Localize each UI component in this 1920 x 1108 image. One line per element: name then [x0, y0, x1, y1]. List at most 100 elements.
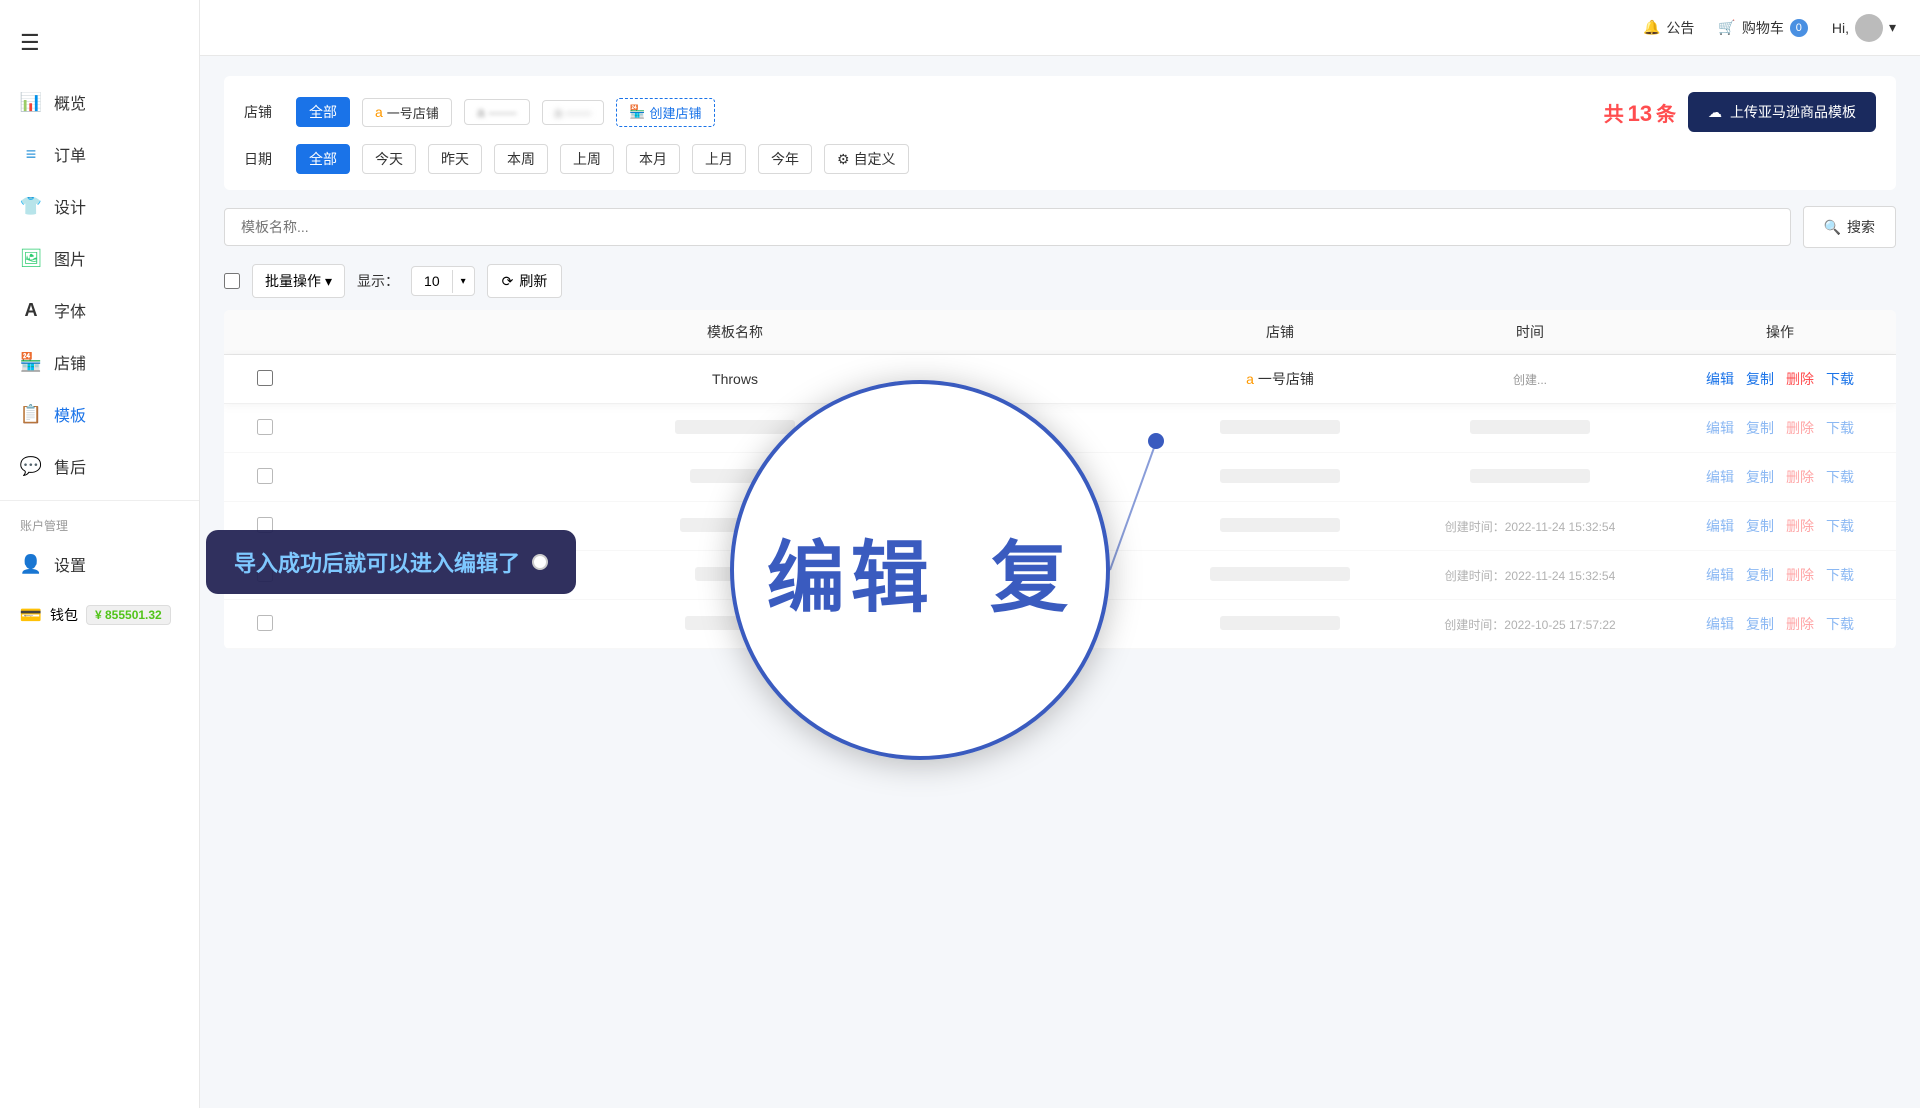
delete-btn[interactable]: 删除	[1786, 516, 1814, 536]
delete-btn[interactable]: 删除	[1786, 369, 1814, 389]
date-all-btn[interactable]: 全部	[296, 144, 350, 174]
delete-btn[interactable]: 删除	[1786, 418, 1814, 438]
header-store-col: 店铺	[1180, 322, 1380, 342]
download-btn[interactable]: 下载	[1826, 516, 1854, 536]
row-actions: 编辑 复制 删除 下载	[1680, 614, 1880, 634]
total-number: 13	[1628, 101, 1652, 126]
sidebar-item-orders[interactable]: ≡ 订单	[0, 128, 199, 180]
edit-btn[interactable]: 编辑	[1706, 614, 1734, 634]
copy-btn[interactable]: 复制	[1746, 614, 1774, 634]
store-all-btn[interactable]: 全部	[296, 97, 350, 127]
date-today-btn[interactable]: 今天	[362, 144, 416, 174]
user-menu[interactable]: Hi, ▾	[1832, 14, 1896, 42]
row-actions: 编辑 复制 删除 下载	[1680, 369, 1880, 389]
store-3-tag[interactable]: a ——	[542, 100, 605, 125]
sidebar-item-label: 字体	[54, 298, 86, 322]
row-name: Throws	[290, 371, 1180, 387]
row-actions: 编辑 复制 删除 下载	[1680, 565, 1880, 585]
sidebar-item-aftersale[interactable]: 💬 售后	[0, 440, 199, 492]
sidebar-item-label: 订单	[54, 142, 86, 166]
date-thismonth-btn[interactable]: 本月	[626, 144, 680, 174]
row-store	[1180, 518, 1380, 535]
sidebar-item-overview[interactable]: 📊 概览	[0, 76, 199, 128]
date-thisweek-btn[interactable]: 本周	[494, 144, 548, 174]
copy-btn[interactable]: 复制	[1746, 565, 1774, 585]
sidebar-item-label: 图片	[54, 246, 86, 270]
download-btn[interactable]: 下载	[1826, 369, 1854, 389]
sidebar-item-images[interactable]: 🖼 图片	[0, 232, 199, 284]
row-time	[1380, 469, 1680, 486]
row-actions: 编辑 复制 删除 下载	[1680, 516, 1880, 536]
sidebar-item-settings[interactable]: 👤 设置	[0, 538, 199, 590]
copy-btn[interactable]: 复制	[1746, 467, 1774, 487]
create-store-btn[interactable]: 🏪 创建店铺	[616, 98, 714, 127]
date-filter-label: 日期	[244, 149, 284, 169]
upload-template-btn[interactable]: ☁ 上传亚马逊商品模板	[1688, 92, 1876, 132]
sidebar-wallet[interactable]: 💳 钱包 ¥ 855501.32	[0, 590, 199, 640]
dropdown-arrow-icon[interactable]: ▾	[452, 270, 474, 293]
cart-btn[interactable]: 🛒 购物车 0	[1718, 18, 1807, 38]
date-yesterday-btn[interactable]: 昨天	[428, 144, 482, 174]
sidebar-item-stores[interactable]: 🏪 店铺	[0, 336, 199, 388]
design-icon: 👕	[20, 195, 42, 217]
row-1-checkbox[interactable]	[257, 370, 273, 386]
show-count-select[interactable]: 10 ▾	[411, 266, 475, 296]
copy-btn[interactable]: 复制	[1746, 369, 1774, 389]
sidebar-item-design[interactable]: 👕 设计	[0, 180, 199, 232]
edit-btn[interactable]: 编辑	[1706, 467, 1734, 487]
store-1-tag[interactable]: a 一号店铺	[362, 98, 452, 127]
row-time: 创建...	[1380, 371, 1680, 388]
refresh-btn[interactable]: ⟳ 刷新	[487, 264, 563, 298]
batch-ops-btn[interactable]: 批量操作 ▾	[252, 264, 345, 298]
date-thisyear-btn[interactable]: 今年	[758, 144, 812, 174]
copy-btn[interactable]: 复制	[1746, 516, 1774, 536]
date-custom-btn[interactable]: ⚙ 自定义	[824, 144, 909, 174]
store-1-label: 一号店铺	[387, 103, 439, 122]
edit-btn[interactable]: 编辑	[1706, 565, 1734, 585]
search-btn[interactable]: 🔍 搜索	[1803, 206, 1896, 248]
copy-btn[interactable]: 复制	[1746, 418, 1774, 438]
download-btn[interactable]: 下载	[1826, 565, 1854, 585]
edit-btn[interactable]: 编辑	[1706, 418, 1734, 438]
row-checkbox[interactable]	[240, 419, 290, 438]
sidebar-item-label: 设置	[54, 552, 86, 576]
total-count: 共 13 条	[1604, 98, 1676, 127]
row-time: 创建时间：2022-11-24 15:32:54	[1380, 518, 1680, 535]
sidebar-item-templates[interactable]: 📋 模板	[0, 388, 199, 440]
cart-count: 0	[1790, 19, 1808, 37]
edit-btn[interactable]: 编辑	[1706, 369, 1734, 389]
row-actions: 编辑 复制 删除 下载	[1680, 418, 1880, 438]
delete-btn[interactable]: 删除	[1786, 467, 1814, 487]
edit-btn[interactable]: 编辑	[1706, 516, 1734, 536]
magnify-dot-indicator	[1148, 433, 1164, 449]
search-input[interactable]	[224, 208, 1791, 246]
download-btn[interactable]: 下载	[1826, 614, 1854, 634]
delete-btn[interactable]: 删除	[1786, 614, 1814, 634]
store-2-tag[interactable]: a ——	[464, 99, 530, 125]
batch-label: 批量操作	[265, 271, 321, 291]
download-btn[interactable]: 下载	[1826, 467, 1854, 487]
row-time: 创建时间：2022-10-25 17:57:22	[1380, 616, 1680, 633]
select-all-checkbox[interactable]	[224, 273, 240, 289]
notification-btn[interactable]: 🔔 公告	[1643, 18, 1694, 38]
sidebar-item-label: 概览	[54, 90, 86, 114]
date-lastmonth-btn[interactable]: 上月	[692, 144, 746, 174]
header-time-col: 时间	[1380, 322, 1680, 342]
sidebar-item-label: 模板	[54, 402, 86, 426]
fonts-icon: A	[20, 299, 42, 321]
amazon-icon: a	[375, 104, 383, 120]
amazon-icon-2: a ——	[477, 104, 517, 120]
show-label: 显示：	[357, 271, 399, 291]
table-row: Throws a 一号店铺 创建... 编辑 复制 删除 下载	[224, 355, 1896, 404]
row-checkbox[interactable]	[240, 468, 290, 487]
date-lastweek-btn[interactable]: 上周	[560, 144, 614, 174]
stores-icon: 🏪	[20, 351, 42, 373]
menu-icon[interactable]: ☰	[0, 20, 199, 76]
callout-text: 导入成功后就可以进入编辑了	[234, 546, 520, 578]
row-checkbox[interactable]	[240, 370, 290, 389]
row-checkbox[interactable]	[240, 615, 290, 634]
download-btn[interactable]: 下载	[1826, 418, 1854, 438]
delete-btn[interactable]: 删除	[1786, 565, 1814, 585]
sidebar-item-fonts[interactable]: A 字体	[0, 284, 199, 336]
sidebar-divider	[0, 500, 199, 501]
